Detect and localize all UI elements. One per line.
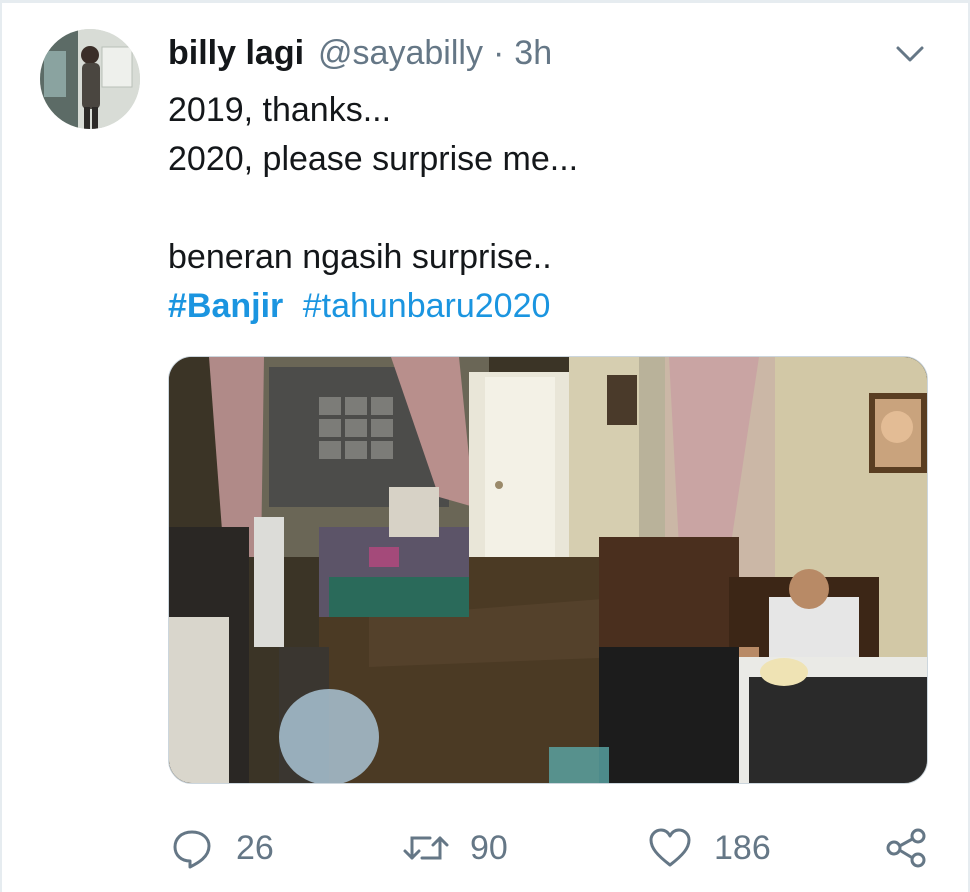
tweet-line: 2019, thanks... <box>168 91 392 129</box>
tweet-actions: 26 90 186 <box>168 820 938 876</box>
tweet-photo[interactable] <box>168 356 928 784</box>
author-name[interactable]: billy lagi <box>168 34 304 73</box>
reply-count: 26 <box>236 828 274 867</box>
retweet-arrows-icon <box>402 824 450 872</box>
left-divider <box>0 0 2 892</box>
author-handle[interactable]: @sayabilly <box>318 34 483 73</box>
hashtag-link[interactable]: #tahunbaru2020 <box>303 287 551 325</box>
tweet-line: beneran ngasih surprise.. <box>168 238 552 276</box>
tweet-menu-button[interactable] <box>888 40 932 72</box>
like-count: 186 <box>714 828 771 867</box>
speech-bubble-icon <box>168 824 216 872</box>
top-divider <box>0 0 970 3</box>
like-button[interactable]: 186 <box>646 820 771 876</box>
share-nodes-icon <box>882 824 930 872</box>
hashtag-row: #Banjir #tahunbaru2020 <box>168 282 928 331</box>
tweet-text: 2019, thanks... 2020, please surprise me… <box>168 86 928 331</box>
tweet-timestamp[interactable]: 3h <box>514 34 552 73</box>
avatar[interactable] <box>40 29 140 129</box>
tweet-header: billy lagi @sayabilly · 3h <box>168 34 552 74</box>
reply-button[interactable]: 26 <box>168 820 274 876</box>
separator-dot: · <box>492 34 505 72</box>
retweet-button[interactable]: 90 <box>402 820 508 876</box>
chevron-down-icon <box>895 45 925 68</box>
heart-icon <box>646 824 694 872</box>
retweet-count: 90 <box>470 828 508 867</box>
tweet-card[interactable]: billy lagi @sayabilly · 3h 2019, thanks.… <box>0 0 970 892</box>
share-button[interactable] <box>882 820 930 876</box>
tweet-line: 2020, please surprise me... <box>168 140 579 178</box>
hashtag-link[interactable]: #Banjir <box>168 287 283 325</box>
